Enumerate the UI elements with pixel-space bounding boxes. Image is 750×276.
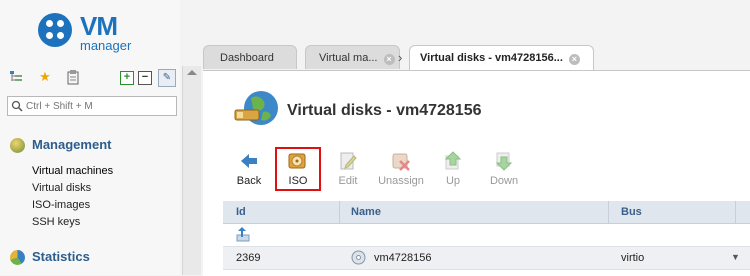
down-button-label: Down — [489, 175, 519, 187]
scroll-up-icon[interactable] — [187, 70, 197, 75]
table-row[interactable]: 2369 vm4728156 virtio ▼ — [223, 246, 750, 270]
section-title: Management — [32, 137, 112, 152]
star-icon[interactable]: ★ — [37, 69, 53, 85]
chevron-down-icon[interactable]: ▼ — [731, 252, 740, 262]
iso-disc-icon — [288, 153, 306, 169]
column-divider — [339, 201, 340, 223]
up-button-label: Up — [445, 175, 461, 187]
vmmanager-logo: VM manager — [38, 11, 158, 55]
level-up-icon — [236, 227, 250, 242]
tab-bar: Dashboard Virtual ma... × › Virtual disks… — [203, 45, 750, 71]
down-button[interactable]: Down — [481, 147, 527, 191]
unassign-button[interactable]: Unassign — [378, 147, 424, 191]
iso-button-label: ISO — [288, 175, 308, 187]
edit-button-label: Edit — [338, 175, 358, 187]
search-field[interactable] — [7, 96, 177, 116]
tab-label: Dashboard — [220, 52, 274, 64]
tab-virtual-disks[interactable]: Virtual disks - vm4728156... × — [409, 45, 594, 71]
clipboard-icon[interactable] — [65, 69, 81, 85]
globe-disk-icon — [234, 91, 278, 125]
tab-virtual-machines[interactable]: Virtual ma... × — [305, 45, 400, 69]
up-button[interactable]: Up — [430, 147, 476, 191]
tab-label: Virtual ma... — [319, 52, 378, 64]
parent-level-row[interactable] — [223, 224, 750, 246]
logo-mark-icon — [38, 13, 72, 47]
column-divider — [608, 201, 609, 223]
tab-label: Virtual disks - vm4728156... — [420, 52, 563, 64]
close-icon[interactable]: × — [383, 54, 395, 65]
section-title: Statistics — [32, 249, 90, 264]
sidebar: VM manager ★ + − ✎ Management Virtual ma… — [0, 0, 180, 275]
column-header-bus[interactable]: Bus — [621, 206, 642, 218]
sidebar-toolbar: ★ + − ✎ — [8, 69, 178, 87]
back-arrow-icon — [241, 154, 257, 168]
edit-icon — [340, 152, 357, 170]
search-input[interactable] — [26, 99, 174, 113]
edit-button[interactable]: Edit — [325, 147, 371, 191]
down-arrow-icon — [495, 152, 513, 171]
column-header-name[interactable]: Name — [351, 206, 381, 218]
page-title: Virtual disks - vm4728156 — [287, 102, 482, 119]
cell-name: vm4728156 — [374, 252, 432, 264]
search-icon — [11, 100, 23, 112]
statistics-icon — [10, 250, 25, 265]
unassign-icon — [392, 153, 410, 171]
expand-icon[interactable]: + — [120, 71, 134, 85]
table-header: Id Name Bus — [223, 201, 750, 224]
close-icon[interactable]: × — [568, 54, 580, 65]
tab-dashboard[interactable]: Dashboard — [203, 45, 297, 69]
logo-subtext: manager — [80, 38, 132, 53]
main-panel: Virtual disks - vm4728156 Back ISO Edit … — [203, 70, 750, 276]
cell-bus: virtio — [621, 252, 645, 264]
chevron-right-icon: › — [398, 50, 403, 65]
unassign-button-label: Unassign — [378, 175, 424, 187]
tree-icon[interactable] — [8, 69, 24, 85]
back-button[interactable]: Back — [226, 147, 272, 191]
cell-id: 2369 — [236, 252, 261, 264]
collapse-icon[interactable]: − — [138, 71, 152, 85]
back-button-label: Back — [236, 175, 262, 187]
column-divider — [735, 201, 736, 223]
sidebar-item-iso-images[interactable]: ISO-images — [32, 199, 90, 211]
sidebar-scrollbar[interactable] — [182, 66, 201, 275]
pin-icon[interactable]: ✎ — [158, 69, 176, 87]
iso-button[interactable]: ISO — [275, 147, 321, 191]
column-header-id[interactable]: Id — [236, 206, 246, 218]
sidebar-item-virtual-disks[interactable]: Virtual disks — [32, 182, 91, 194]
up-arrow-icon — [444, 151, 462, 170]
disk-icon — [351, 250, 366, 265]
sidebar-item-virtual-machines[interactable]: Virtual machines — [32, 165, 113, 177]
sidebar-item-ssh-keys[interactable]: SSH keys — [32, 216, 80, 228]
management-icon — [10, 138, 25, 153]
